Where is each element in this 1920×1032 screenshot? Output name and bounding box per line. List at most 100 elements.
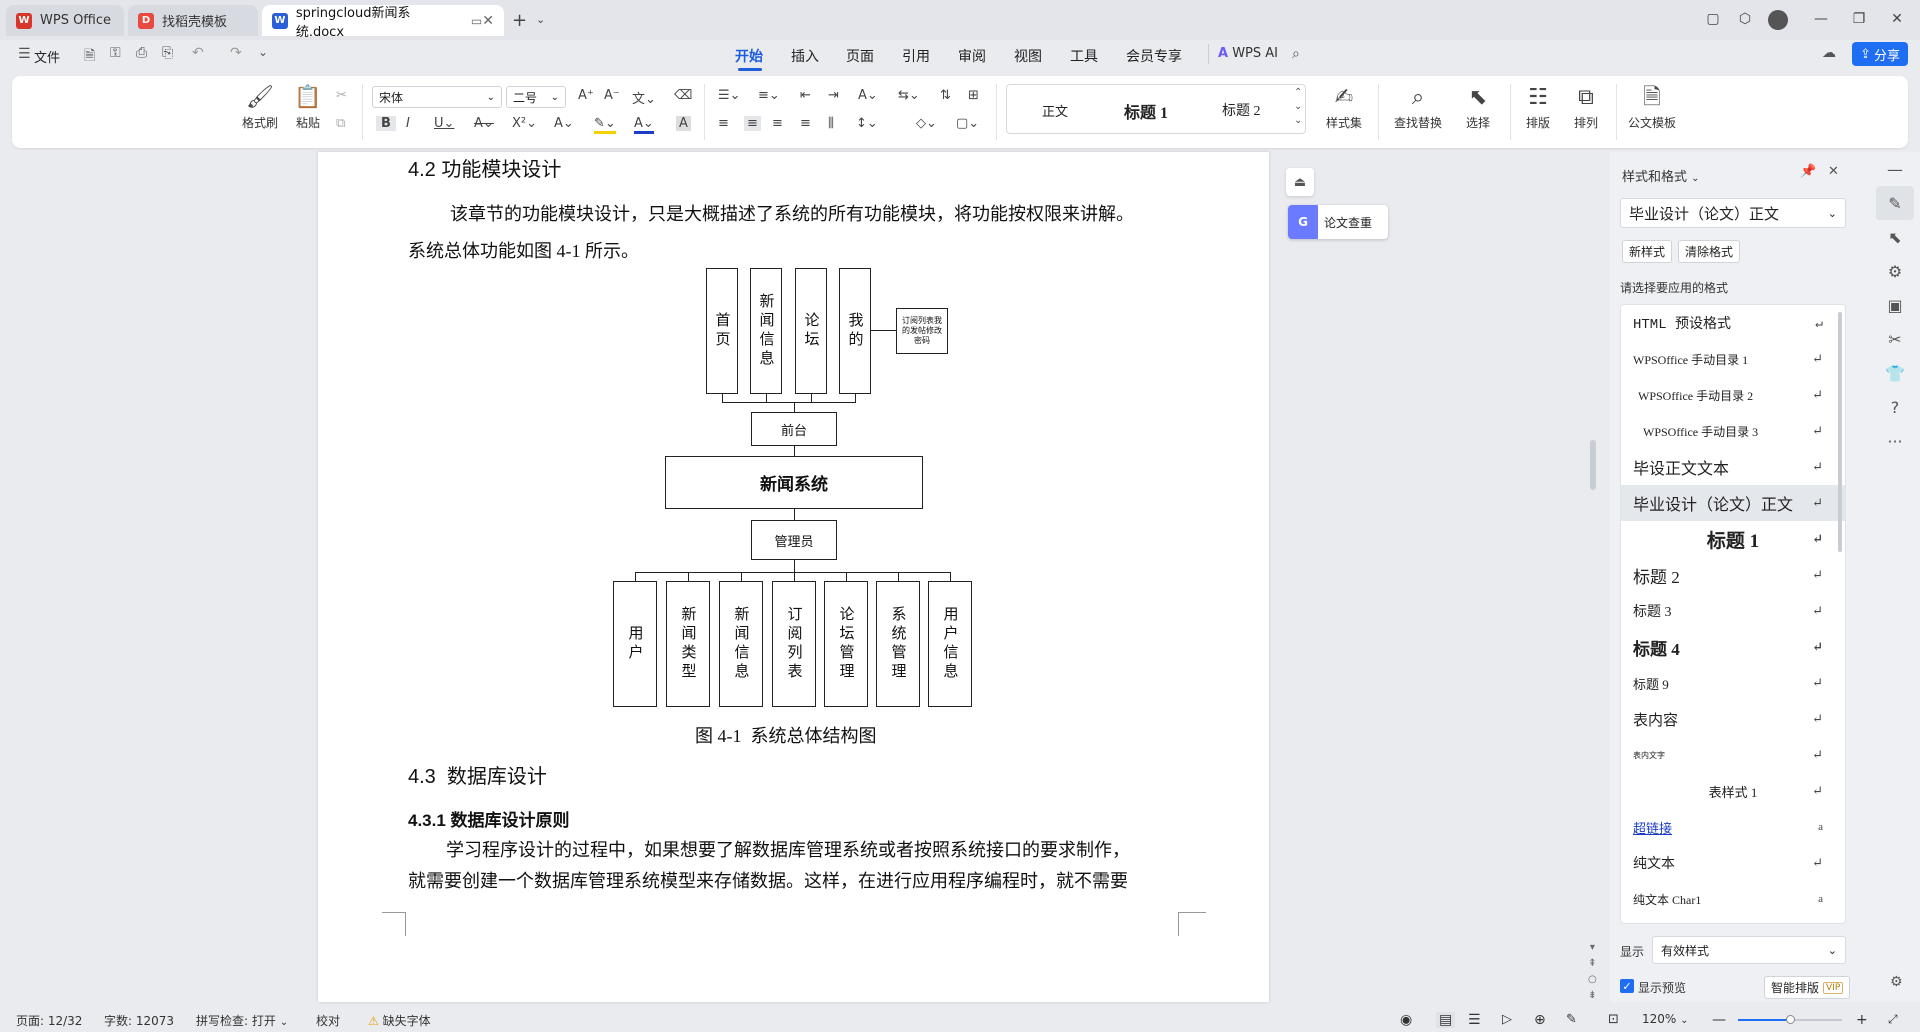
- strikethrough-icon[interactable]: A⌄: [474, 116, 494, 131]
- fullscreen-icon[interactable]: ⤢: [1888, 1012, 1898, 1027]
- wps-ai-button[interactable]: A WPS AI: [1218, 46, 1278, 61]
- maximize-icon[interactable]: ❐: [1844, 6, 1874, 32]
- decrease-indent-icon[interactable]: ⇤: [800, 88, 811, 103]
- panel-settings-icon[interactable]: ⚙: [1890, 974, 1903, 990]
- tab-references[interactable]: 引用: [902, 46, 930, 66]
- avatar[interactable]: [1768, 10, 1788, 30]
- print-icon[interactable]: ⎙: [136, 45, 147, 61]
- grow-font-icon[interactable]: A⁺: [578, 88, 594, 103]
- page-counter[interactable]: 页面: 12/32: [16, 1012, 82, 1029]
- style-item-toc-1[interactable]: WPSOffice 手动目录 1 ↵: [1621, 341, 1845, 377]
- align-left-icon[interactable]: ≡: [718, 116, 729, 131]
- tab-tools[interactable]: 工具: [1070, 46, 1098, 66]
- document-scrollbar-thumb[interactable]: [1590, 440, 1596, 490]
- collapse-icon[interactable]: ⏏: [1286, 168, 1314, 196]
- page-nav-icons[interactable]: ▾ ⇞ ○ ⇟: [1588, 940, 1597, 1004]
- text-direction-icon[interactable]: A⌄: [858, 88, 878, 103]
- restore-icon[interactable]: ▢: [1698, 6, 1728, 32]
- pin-icon[interactable]: 📌: [1800, 164, 1816, 179]
- key-icon[interactable]: ⚿: [110, 45, 121, 61]
- cut-icon[interactable]: ✂: [336, 88, 347, 103]
- new-tab-icon[interactable]: +: [512, 10, 527, 31]
- cloud-icon[interactable]: ☁: [1822, 45, 1836, 61]
- style-heading-1[interactable]: 标题 1: [1124, 99, 1168, 123]
- tab-member[interactable]: 会员专享: [1126, 46, 1182, 66]
- line-spacing-icon[interactable]: ↕⌄: [856, 116, 878, 131]
- bullet-list-icon[interactable]: ☰⌄: [718, 88, 741, 103]
- pen-icon[interactable]: ✎: [1566, 1012, 1577, 1027]
- fit-page-icon[interactable]: ⊡: [1608, 1012, 1619, 1027]
- page-view-icon[interactable]: ▤: [1436, 1012, 1456, 1028]
- shrink-font-icon[interactable]: A⁻: [604, 88, 620, 103]
- style-item-heading-4[interactable]: 标题 4 ↵: [1621, 629, 1845, 665]
- distributed-icon[interactable]: ⫼: [828, 116, 834, 131]
- new-style-button[interactable]: 新样式: [1622, 240, 1673, 263]
- minimize-icon[interactable]: —: [1806, 6, 1836, 32]
- format-painter-button[interactable]: 🖌 格式刷: [240, 82, 280, 131]
- arrange-button[interactable]: ⧉ 排列: [1564, 82, 1608, 131]
- increase-indent-icon[interactable]: ⇥: [828, 88, 839, 103]
- eraser-icon[interactable]: ⌫: [674, 88, 692, 103]
- style-pen-icon[interactable]: ✎: [1876, 186, 1914, 220]
- bold-icon[interactable]: B: [376, 116, 396, 131]
- underline-icon[interactable]: U⌄: [434, 116, 454, 131]
- highlight-icon[interactable]: ✎⌄: [594, 116, 616, 134]
- select-cursor-icon[interactable]: ⬉: [1870, 220, 1920, 254]
- cube-icon[interactable]: ⬡: [1730, 6, 1760, 32]
- word-count[interactable]: 字数: 12073: [104, 1012, 174, 1029]
- number-list-icon[interactable]: ≡⌄: [758, 88, 780, 103]
- display-filter-select[interactable]: 有效样式 ⌄: [1652, 936, 1846, 964]
- style-item-toc-3[interactable]: WPSOffice 手动目录 3 ↵: [1621, 413, 1845, 449]
- help-icon[interactable]: ?: [1870, 390, 1920, 424]
- find-replace-button[interactable]: ⌕ 查找替换: [1386, 82, 1450, 131]
- spell-check-toggle[interactable]: 拼写检查: 打开 ⌄: [196, 1012, 288, 1029]
- redo-icon[interactable]: ↷: [230, 45, 242, 61]
- proofread-button[interactable]: 校对: [316, 1012, 340, 1029]
- styles-panel-title[interactable]: 样式和格式 ⌄: [1622, 166, 1700, 185]
- tab-page[interactable]: 页面: [846, 46, 874, 66]
- shirt-icon[interactable]: 👕: [1870, 356, 1920, 390]
- style-item-hyperlink[interactable]: 超链接 a: [1621, 809, 1845, 845]
- style-item-toc-2[interactable]: WPSOffice 手动目录 2 ↵: [1621, 377, 1845, 413]
- eye-icon[interactable]: ◉: [1400, 1012, 1412, 1028]
- tab-wps-office[interactable]: W WPS Office: [6, 5, 124, 36]
- play-icon[interactable]: ▷: [1502, 1012, 1512, 1027]
- share-button[interactable]: ⇪ 分享: [1852, 42, 1908, 66]
- tools-icon[interactable]: ✂: [1870, 322, 1920, 356]
- save-icon[interactable]: 🗎: [84, 45, 95, 69]
- chinese-layout-icon[interactable]: ⇆⌄: [898, 88, 920, 103]
- chevron-down-icon[interactable]: ⌄: [536, 13, 545, 26]
- tab-home[interactable]: 开始: [735, 46, 763, 66]
- zoom-in-icon[interactable]: +: [1856, 1012, 1868, 1028]
- hamburger-icon[interactable]: ☰: [18, 46, 31, 62]
- superscript-icon[interactable]: X²⌄: [512, 116, 537, 131]
- paper-check-button[interactable]: G 论文查重: [1288, 205, 1388, 239]
- justify-icon[interactable]: ≡: [800, 116, 811, 131]
- tab-view[interactable]: 视图: [1014, 46, 1042, 66]
- char-shading-icon[interactable]: A: [676, 116, 691, 131]
- tab-insert[interactable]: 插入: [791, 46, 819, 66]
- file-menu[interactable]: 文件: [34, 47, 60, 66]
- search-icon[interactable]: ⌕: [1292, 46, 1300, 62]
- style-item-html-preformatted[interactable]: HTML 预设格式 ↵: [1621, 305, 1845, 341]
- gallery-scroll[interactable]: ⌃ ⌄ ⌄: [1294, 86, 1302, 128]
- minimize-panel-icon[interactable]: —: [1870, 152, 1920, 186]
- font-size-select[interactable]: 二号 ⌄: [506, 86, 566, 108]
- phonetic-icon[interactable]: 文⌄: [632, 88, 656, 107]
- style-item-heading-9[interactable]: 标题 9 ↵: [1621, 665, 1845, 701]
- window-icon[interactable]: ▭: [471, 14, 482, 28]
- tab-document[interactable]: W springcloud新闻系统.docx ▭ ✕: [262, 5, 504, 40]
- align-center-icon[interactable]: ≡: [744, 116, 761, 131]
- current-style-select[interactable]: 毕业设计（论文）正文 ⌄: [1620, 198, 1846, 228]
- font-name-select[interactable]: 宋体 ⌄: [372, 86, 502, 108]
- tab-review[interactable]: 审阅: [958, 46, 986, 66]
- style-set-button[interactable]: ✍ 样式集: [1316, 82, 1372, 131]
- copy-icon[interactable]: ⧉: [336, 116, 345, 131]
- web-view-icon[interactable]: ⊕: [1534, 1012, 1546, 1028]
- select-button[interactable]: ⬉ 选择: [1456, 82, 1500, 131]
- smart-layout-button[interactable]: 智能排版 VIP: [1764, 976, 1851, 999]
- missing-font-button[interactable]: ⚠ 缺失字体: [368, 1012, 431, 1029]
- style-heading-2[interactable]: 标题 2: [1222, 100, 1261, 120]
- show-marks-icon[interactable]: ⊞: [968, 88, 979, 103]
- close-window-icon[interactable]: ✕: [1882, 6, 1912, 32]
